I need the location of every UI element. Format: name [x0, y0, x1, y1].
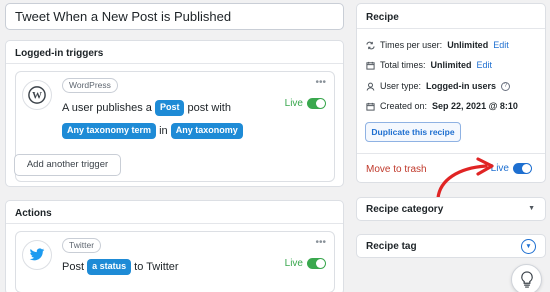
live-label: Live	[284, 98, 303, 109]
add-another-trigger-button[interactable]: Add another trigger	[14, 154, 121, 176]
total-times-row: Total times: Unlimited Edit	[366, 60, 492, 70]
live-label: Live	[284, 258, 303, 269]
help-icon[interactable]: ?	[501, 81, 511, 91]
chevron-down-icon[interactable]: ▼	[521, 239, 536, 254]
triggers-heading: Logged-in triggers	[6, 41, 343, 64]
times-per-user-value: Unlimited	[447, 40, 489, 50]
lightbulb-icon	[520, 271, 533, 288]
action-text-2: to Twitter	[134, 261, 179, 273]
more-options-icon[interactable]: •••	[315, 238, 326, 248]
trigger-text-1: A user publishes a	[62, 102, 152, 114]
recipe-editor-page: Tweet When a New Post is Published Logge…	[0, 0, 550, 292]
recipe-heading: Recipe	[357, 4, 545, 29]
edit-total-times-link[interactable]: Edit	[477, 60, 493, 70]
recipe-category-heading: Recipe category	[366, 204, 444, 215]
caret-down-icon[interactable]: ▼	[528, 205, 535, 212]
trigger-text-2: post with	[187, 102, 231, 114]
toggle-switch[interactable]	[513, 163, 532, 174]
actions-heading: Actions	[6, 201, 343, 224]
actions-panel: Actions Twitter ••• Post a status to Twi…	[5, 200, 344, 292]
token-post[interactable]: Post	[154, 100, 185, 117]
token-a-status[interactable]: a status	[87, 259, 132, 276]
times-per-user-row: Times per user: Unlimited Edit	[366, 40, 509, 50]
user-type-label: User type:	[380, 81, 422, 91]
recipe-title-input[interactable]: Tweet When a New Post is Published	[5, 3, 344, 30]
created-on-value: Sep 22, 2021 @ 8:10	[432, 101, 518, 111]
duplicate-recipe-button[interactable]: Duplicate this recipe	[365, 122, 461, 142]
recipe-panel: Recipe Times per user: Unlimited Edit To…	[356, 3, 546, 183]
recipe-live-toggle[interactable]: Live	[491, 163, 532, 174]
token-any-taxonomy-term[interactable]: Any taxonomy term	[62, 123, 157, 140]
total-times-value: Unlimited	[430, 60, 472, 70]
wordpress-icon: W	[22, 80, 52, 110]
repeat-icon	[366, 41, 375, 50]
created-on-label: Created on:	[380, 101, 428, 111]
user-type-value: Logged-in users	[426, 81, 497, 91]
calendar-icon	[366, 102, 375, 111]
token-any-taxonomy[interactable]: Any taxonomy	[170, 123, 243, 140]
svg-text:W: W	[32, 91, 42, 102]
edit-times-per-user-link[interactable]: Edit	[493, 40, 509, 50]
trigger-sentence-line-2: Any taxonomy term in Any taxonomy	[62, 122, 243, 140]
toggle-switch[interactable]	[307, 98, 326, 109]
user-type-row: User type: Logged-in users ?	[366, 81, 511, 91]
recipe-tag-heading: Recipe tag	[366, 241, 417, 252]
integration-tag-twitter: Twitter	[62, 238, 102, 253]
trigger-live-toggle[interactable]: Live	[285, 98, 326, 109]
integration-tag-wordpress: WordPress	[62, 78, 118, 93]
action-sentence: Post a status to Twitter	[62, 258, 179, 276]
times-per-user-label: Times per user:	[380, 40, 443, 50]
action-live-toggle[interactable]: Live	[285, 258, 326, 269]
trigger-sentence-line-1: A user publishes a Post post with	[62, 99, 231, 117]
recipe-category-panel[interactable]: Recipe category ▼	[356, 197, 546, 221]
lightbulb-help-button[interactable]	[511, 264, 542, 292]
more-options-icon[interactable]: •••	[315, 78, 326, 88]
live-label: Live	[490, 163, 509, 174]
toggle-switch[interactable]	[307, 258, 326, 269]
total-times-label: Total times:	[380, 60, 426, 70]
action-card[interactable]: Twitter ••• Post a status to Twitter Liv…	[15, 231, 335, 292]
created-on-row: Created on: Sep 22, 2021 @ 8:10	[366, 101, 518, 111]
trigger-text-3: in	[159, 125, 168, 137]
divider	[357, 153, 545, 154]
action-text-1: Post	[62, 261, 85, 273]
calendar-icon	[366, 61, 375, 70]
recipe-tag-panel[interactable]: Recipe tag ▼	[356, 234, 546, 258]
twitter-icon	[22, 240, 52, 270]
user-secret-icon	[366, 82, 375, 91]
move-to-trash-link[interactable]: Move to trash	[366, 164, 427, 175]
